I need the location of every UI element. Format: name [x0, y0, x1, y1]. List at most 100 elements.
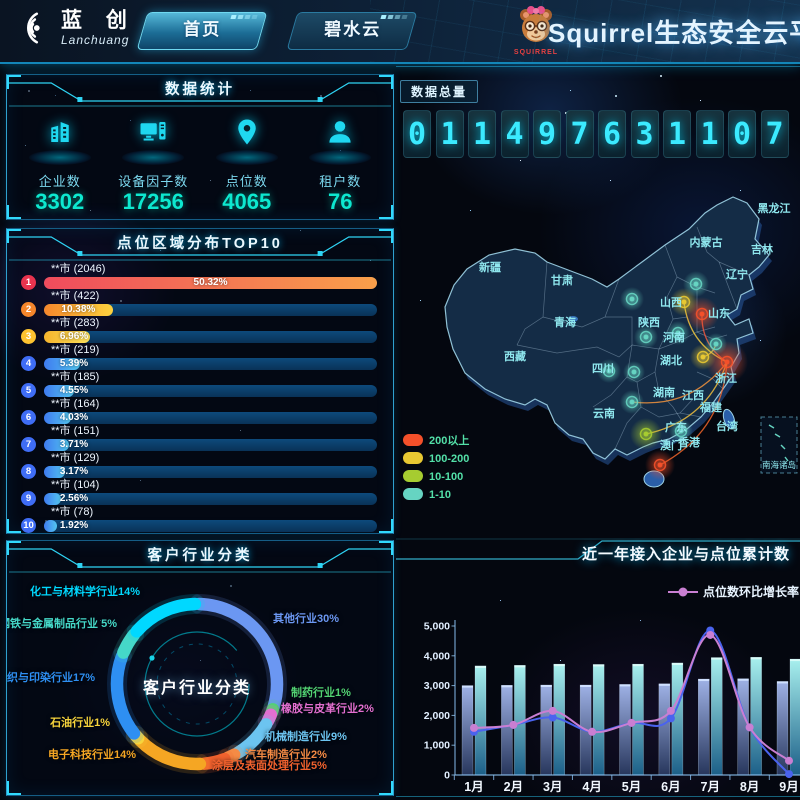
province-label: 陕西: [638, 315, 660, 329]
province-label: 江西: [682, 388, 704, 402]
y-tick-label: 1,000: [424, 740, 450, 752]
top10-row: **市 (151)73.71%: [21, 425, 377, 452]
digit-cell: 4: [501, 110, 529, 158]
line-marker: [628, 719, 636, 727]
top10-bar-track: 4.03%: [44, 412, 377, 424]
digit-cell: 1: [436, 110, 464, 158]
legend-label: 1-10: [429, 489, 451, 501]
stat-device-factors: 设备因子数 17256: [109, 113, 197, 215]
province-label: 西藏: [504, 349, 526, 363]
top10-bar-track: 10.38%: [44, 304, 377, 316]
line-marker: [785, 770, 793, 778]
building-icon: [45, 117, 75, 147]
stat-value: 3302: [16, 189, 104, 215]
donut-label: 电子科技行业14%: [48, 746, 136, 762]
province-label: 湖南: [653, 385, 675, 399]
top10-row: **市 (283)36.96%: [21, 317, 377, 344]
stat-label: 企业数: [16, 171, 104, 189]
legend-label: 200以上: [429, 433, 469, 447]
province-label: 新疆: [479, 260, 501, 274]
top10-row: **市 (2046)150.32%: [21, 263, 377, 290]
donut-label-layer: 其他行业30%制药行业1%橡胶与皮革行业2%机械制造行业9%汽车制造行业2%涂层…: [7, 541, 393, 795]
province-label: 浙江: [715, 371, 737, 385]
x-tick-label: 3月: [543, 780, 562, 794]
logo-text-en: Lanchuang: [61, 33, 136, 47]
user-icon: [325, 117, 355, 147]
legend-swatch: [403, 452, 423, 464]
legend-label: 100-200: [429, 453, 469, 465]
location-pin-icon: [232, 117, 262, 147]
stat-label: 点位数: [203, 171, 291, 189]
digit-cell: 0: [728, 110, 756, 158]
x-tick-label: 7月: [701, 780, 720, 794]
province-label: 广东: [665, 420, 687, 434]
province-label: 澳门: [660, 438, 682, 452]
rank-badge: 10: [21, 518, 36, 533]
stat-enterprises: 企业数 3302: [16, 113, 104, 215]
icon-glow-base: [309, 150, 371, 165]
top10-bar-track: 3.17%: [44, 466, 377, 478]
top10-city-label: **市 (219): [51, 344, 377, 356]
tab-pixel-decoration: [380, 15, 407, 19]
tab-pixel-decoration: [230, 15, 257, 19]
rank-badge: 9: [21, 491, 36, 506]
rank-badge: 6: [21, 410, 36, 425]
top10-bar-track: 5.39%: [44, 358, 377, 370]
rank-badge: 7: [21, 437, 36, 452]
x-tick-label: 2月: [504, 780, 523, 794]
monthly-bar-line-chart: 01,0002,0003,0004,0005,0001月2月3月4月5月6月7月…: [396, 538, 800, 796]
rank-badge: 3: [21, 329, 36, 344]
donut-label: 制药行业1%: [291, 684, 351, 700]
province-label: 云南: [593, 406, 615, 420]
top10-bar-list: **市 (2046)150.32%**市 (422)210.38%**市 (28…: [21, 263, 377, 533]
y-tick-label: 2,000: [424, 710, 450, 722]
digit-cell: 9: [533, 110, 561, 158]
line-marker: [667, 707, 675, 715]
province-label: 辽宁: [726, 267, 748, 281]
donut-center-label: 客户行业分类: [112, 674, 282, 698]
stat-value: 4065: [203, 189, 291, 215]
counter-label: 数据总量: [400, 80, 478, 103]
top10-row: **市 (185)54.55%: [21, 371, 377, 398]
line-marker: [470, 724, 478, 732]
province-label: 吉林: [751, 242, 773, 256]
top10-bar-track: 50.32%: [44, 277, 377, 289]
top10-percent-label: 10.38%: [61, 304, 95, 316]
donut-label: 纺织与印染行业17%: [7, 669, 95, 685]
top10-city-label: **市 (422): [51, 290, 377, 302]
y-tick-label: 3,000: [424, 680, 450, 692]
y-tick-label: 0: [444, 770, 450, 782]
top10-bar-track: 6.96%: [44, 331, 377, 343]
tab-home[interactable]: 首页: [137, 12, 268, 50]
panel-title: 点位区域分布TOP10: [7, 232, 393, 253]
bar: [541, 685, 552, 775]
province-label: 四川: [592, 362, 614, 375]
top10-bar-track: 1.92%: [44, 520, 377, 532]
tab-bishuiyun[interactable]: 碧水云: [287, 12, 418, 50]
china-map[interactable]: 黑龙江内蒙古吉林辽宁新疆甘肃山西山东青海陕西河南西藏四川湖北云南湖南江西浙江福建…: [397, 167, 799, 529]
province-label: 山西: [660, 295, 682, 309]
donut-label: 钢铁与金属制品行业 5%: [7, 615, 117, 631]
province-label: 湖北: [660, 353, 682, 367]
top10-bar-track: 4.55%: [44, 385, 377, 397]
top10-percent-label: 4.55%: [60, 385, 88, 397]
line-marker: [667, 714, 675, 722]
legend-swatch: [403, 488, 423, 500]
legend-swatch: [403, 434, 423, 446]
total-data-counter: 011497631107: [403, 110, 789, 158]
top10-city-label: **市 (164): [51, 398, 377, 410]
province-label: 山东: [708, 306, 730, 320]
monitor-icon: [138, 117, 168, 147]
app-title: Squirrel生态安全云平台: [548, 13, 800, 50]
map-panel: 数据总量 011497631107: [396, 66, 800, 539]
top10-row: **市 (422)210.38%: [21, 290, 377, 317]
top10-percent-label: 1.92%: [60, 520, 88, 532]
rank-badge: 4: [21, 356, 36, 371]
bar: [475, 666, 486, 775]
digit-cell: 1: [696, 110, 724, 158]
legend-label: 10-100: [429, 471, 463, 483]
bar: [633, 664, 644, 775]
soundwave-logo-icon: [14, 9, 52, 47]
logo-text-zh: 蓝 创: [61, 9, 136, 33]
x-tick-label: 4月: [582, 780, 601, 794]
